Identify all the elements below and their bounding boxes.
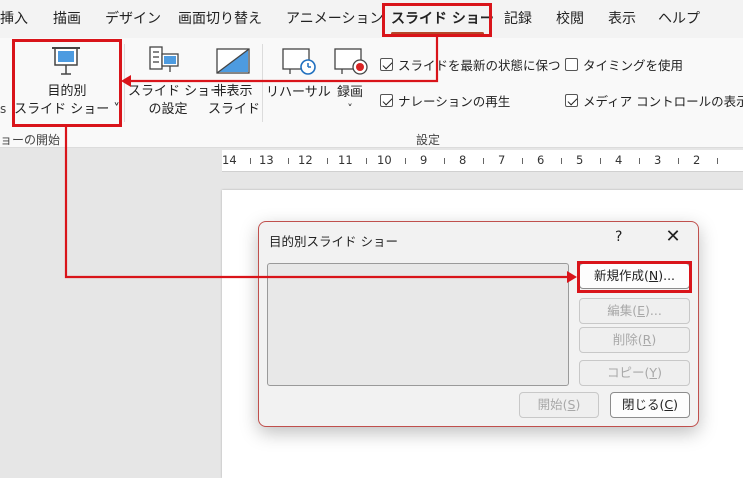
button-text: )	[657, 365, 662, 380]
button-text: )	[651, 332, 657, 347]
chevron-down-icon: ˅	[347, 102, 353, 115]
ribbon-divider	[262, 44, 263, 122]
edit-show-button[interactable]: 編集(E)...	[579, 298, 690, 324]
tab-view[interactable]: 表示	[608, 0, 636, 38]
ruler-tick	[639, 158, 640, 164]
rehearse-label: リハーサル	[266, 85, 331, 100]
ruler-number: 9	[420, 153, 428, 167]
button-text: )...	[645, 303, 662, 318]
checkbox-play-narrations[interactable]: ナレーションの再生	[380, 91, 510, 110]
checkbox-unchecked-icon	[565, 58, 578, 71]
rehearse-icon	[282, 48, 316, 75]
setup-label-2: の設定	[148, 102, 188, 117]
checkbox-checked-icon	[380, 94, 393, 107]
access-key: Y	[649, 365, 658, 380]
button-text: 編集(	[607, 303, 638, 318]
checkbox-label: メディア コントロールの表示	[583, 94, 743, 109]
access-key: E	[637, 303, 645, 318]
access-key: C	[664, 397, 674, 412]
ruler-tick	[717, 158, 718, 164]
checkbox-keep-slides-updated[interactable]: スライドを最新の状態に保つ	[380, 55, 561, 74]
setup-show-icon	[149, 46, 179, 72]
help-button[interactable]: ?	[615, 229, 622, 245]
hide-slide-icon	[216, 48, 250, 74]
setup-label-1: スライド ショー	[128, 84, 224, 99]
hide-slide-button[interactable]: 非表示 スライド	[208, 40, 261, 122]
start-show-button[interactable]: 開始(S)	[519, 392, 599, 418]
ruler-number: 8	[459, 153, 467, 167]
button-text: 削除(	[612, 332, 643, 347]
checkbox-checked-icon	[565, 94, 578, 107]
checkbox-label: ナレーションの再生	[398, 94, 511, 109]
ruler-tick	[561, 158, 562, 164]
delete-show-button[interactable]: 削除(R)	[579, 327, 690, 353]
ruler-number: 2	[693, 153, 701, 167]
dialog-close-button[interactable]: 閉じる(C)	[610, 392, 690, 418]
tab-help[interactable]: ヘルプ	[658, 0, 700, 38]
ruler-number: 12	[298, 153, 313, 167]
button-text: )	[575, 397, 581, 412]
ruler-tick	[250, 158, 251, 164]
ruler-tick	[522, 158, 523, 164]
button-text: 閉じる(	[621, 397, 665, 412]
custom-shows-list[interactable]	[267, 263, 569, 386]
highlight-new-button	[577, 261, 692, 293]
checkbox-show-media-controls[interactable]: メディア コントロールの表示	[565, 91, 743, 110]
tab-record[interactable]: 記録	[504, 0, 532, 38]
close-icon[interactable]: ✕	[663, 225, 683, 249]
ruler-tick	[327, 158, 328, 164]
button-text: コピー(	[607, 365, 650, 380]
ruler-number: 7	[498, 153, 506, 167]
ruler-tick	[366, 158, 367, 164]
ruler-number: 10	[377, 153, 392, 167]
record-label: 録画	[336, 85, 363, 100]
ruler-tick	[405, 158, 406, 164]
ruler-number: 14	[222, 153, 237, 167]
checkbox-label: タイミングを使用	[583, 58, 684, 73]
hide-label-2: スライド	[208, 102, 261, 117]
ruler-tick	[600, 158, 601, 164]
button-text: 開始(	[537, 397, 568, 412]
highlight-slide-show-tab	[382, 3, 492, 37]
ruler-number: 11	[338, 153, 353, 167]
ribbon-left-edge-glyph: s	[0, 102, 7, 116]
rehearse-timings-button[interactable]: リハーサル	[266, 40, 331, 100]
highlight-custom-show-button	[12, 39, 122, 127]
ruler-tick	[483, 158, 484, 164]
tab-transitions[interactable]: 画面切り替え	[178, 0, 262, 38]
set-up-slide-show-button[interactable]: スライド ショー の設定	[128, 40, 224, 122]
record-button[interactable]: 録画 ˅	[330, 40, 370, 120]
group-label-set-up: 設定	[416, 133, 441, 147]
ruler-number: 5	[576, 153, 584, 167]
group-label-start-slide-show: ョーの開始	[0, 133, 61, 147]
tab-review[interactable]: 校閲	[556, 0, 584, 38]
ribbon-tab-strip: 挿入 描画 デザイン 画面切り替え アニメーション スライド ショー 記録 校閲…	[0, 0, 743, 38]
ruler-tick	[678, 158, 679, 164]
checkbox-checked-icon	[380, 58, 393, 71]
hide-label-1: 非表示	[213, 84, 253, 99]
ruler-number: 6	[537, 153, 545, 167]
record-icon	[334, 48, 368, 75]
ribbon-divider	[124, 44, 125, 122]
horizontal-ruler: 14 13 12 11 10 9 8 7 6 5 4 3 2	[222, 150, 743, 172]
ruler-tick	[288, 158, 289, 164]
dialog-title: 目的別スライド ショー	[269, 234, 398, 249]
checkbox-use-timings[interactable]: タイミングを使用	[565, 55, 683, 74]
copy-show-button[interactable]: コピー(Y)	[579, 360, 690, 386]
tab-draw[interactable]: 描画	[53, 0, 81, 38]
ruler-number: 13	[259, 153, 274, 167]
ruler-number: 3	[654, 153, 662, 167]
ruler-tick	[444, 158, 445, 164]
custom-show-dialog: 目的別スライド ショー ? ✕ 新規作成(N)... 編集(E)... 削除(R…	[258, 221, 699, 427]
tab-animations[interactable]: アニメーション	[286, 0, 383, 38]
button-text: )	[673, 397, 678, 412]
tab-insert[interactable]: 挿入	[0, 0, 28, 38]
checkbox-label: スライドを最新の状態に保つ	[398, 58, 561, 73]
tab-design[interactable]: デザイン	[105, 0, 161, 38]
ruler-number: 4	[615, 153, 623, 167]
